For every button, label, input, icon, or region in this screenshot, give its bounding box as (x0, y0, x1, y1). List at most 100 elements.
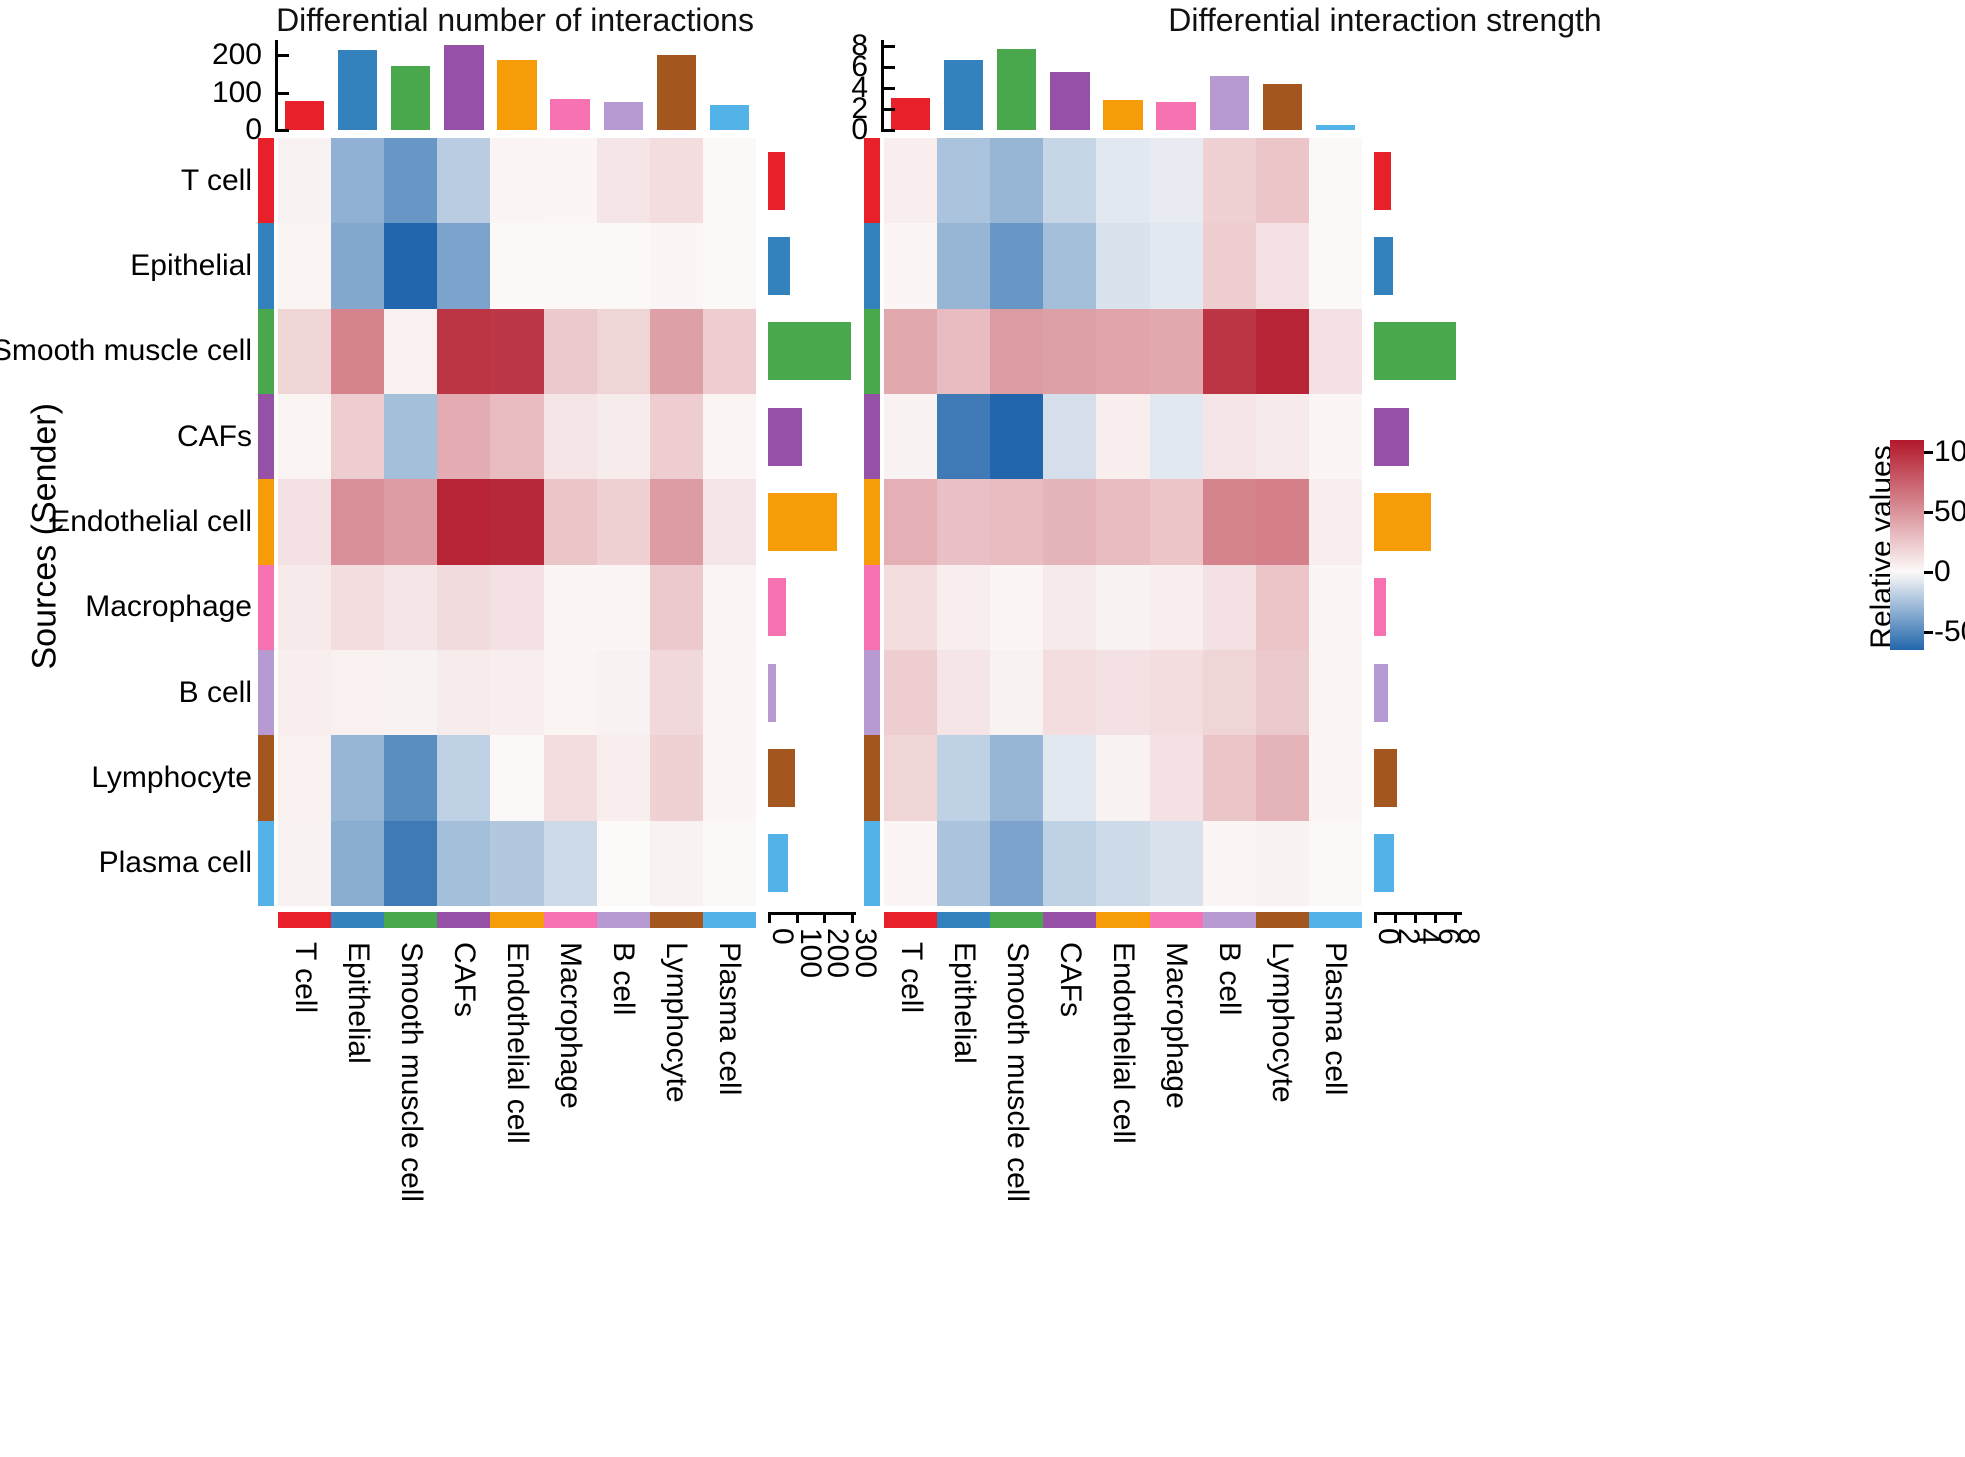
top-bar-slot (990, 40, 1043, 130)
top-bar (997, 49, 1037, 130)
col-label: T cell (288, 942, 322, 1014)
top-bar (1209, 75, 1249, 130)
col-label-wrap: Macrophage (1150, 936, 1203, 1216)
right-bar-slot (1374, 735, 1460, 820)
heatmap-cell (596, 138, 650, 224)
col-label: Endothelial cell (500, 942, 534, 1144)
right-bar (1374, 578, 1386, 637)
col-color-3 (437, 912, 491, 928)
row-label: Plasma cell (98, 846, 252, 880)
col-label: CAFs (1053, 942, 1087, 1017)
heatmap-cell (596, 564, 650, 650)
top-bar-slot (437, 40, 490, 130)
heatmap-cell (278, 394, 332, 480)
legend-tick-label: 0 (1934, 555, 1951, 588)
col-label-wrap: T cell (278, 936, 331, 1216)
panel-2-title: Differential interaction strength (1168, 2, 1602, 38)
heatmap-cell (1043, 650, 1097, 736)
heatmap-cell (1255, 564, 1309, 650)
row-color-3 (864, 393, 880, 480)
right-barplot-axis-2: 02468 (1372, 912, 1485, 1152)
top-bar (656, 55, 696, 130)
heatmap-cell (1308, 564, 1362, 650)
heatmap-cell (884, 394, 938, 480)
right-bar (1374, 322, 1456, 381)
heatmap-cell (1255, 650, 1309, 736)
heatmap-cell (1308, 394, 1362, 480)
top-bar-slot (1150, 40, 1203, 130)
right-bar-slot (768, 309, 854, 394)
heatmap-cell (649, 308, 703, 394)
heatmap-cell (884, 564, 938, 650)
heatmap-cell (1202, 650, 1256, 736)
heatmap-cell (331, 223, 385, 309)
heatmap-cell (702, 479, 756, 565)
col-color-5 (543, 912, 597, 928)
legend-tick-label: 50 (1934, 495, 1965, 528)
heatmap-cell (1202, 735, 1256, 821)
heatmap-cell (384, 564, 438, 650)
colorbar-legend: Relative values 100500-50 (1830, 430, 1965, 660)
axis-tick (884, 108, 895, 112)
col-label-wrap: Lymphocyte (650, 936, 703, 1216)
heatmap-cell (1149, 820, 1203, 906)
top-bar-slot (544, 40, 597, 130)
heatmap-cell (278, 650, 332, 736)
top-bar (284, 100, 325, 130)
col-label: Smooth muscle cell (394, 942, 428, 1203)
heatmap-cell (278, 735, 332, 821)
heatmap-cell (1043, 394, 1097, 480)
heatmap-cell (596, 735, 650, 821)
heatmap-cell (990, 223, 1044, 309)
heatmap-cell (1043, 820, 1097, 906)
row-color-5 (864, 564, 880, 650)
legend-color-gradient (1890, 440, 1924, 650)
heatmap-cell (490, 394, 544, 480)
top-bar (944, 59, 984, 130)
top-bar (497, 60, 537, 130)
heatmap-cell (331, 308, 385, 394)
heatmap-cell (1308, 820, 1362, 906)
heatmap-cell (543, 308, 597, 394)
axis-tick (884, 66, 895, 70)
col-label-wrap: Smooth muscle cell (384, 936, 437, 1216)
heatmap-cell (331, 650, 385, 736)
heatmap-cell (937, 308, 991, 394)
col-color-1 (331, 912, 385, 928)
right-bar (1374, 748, 1397, 807)
heatmap-cell (1202, 308, 1256, 394)
col-label: Plasma cell (1319, 942, 1353, 1096)
row-label: Epithelial (130, 248, 252, 282)
heatmap-cell (649, 223, 703, 309)
heatmap-cell (990, 479, 1044, 565)
heatmap-cell (884, 650, 938, 736)
col-label-wrap: Endothelial cell (490, 936, 543, 1216)
col-color-7 (649, 912, 703, 928)
figure-canvas: Sources (Sender) Differential number of … (0, 0, 1965, 1457)
col-color-strip-2 (884, 912, 1362, 928)
heatmap-cell (990, 564, 1044, 650)
axis-tick (884, 45, 895, 49)
col-label: Lymphocyte (1266, 942, 1300, 1103)
heatmap-cell (278, 479, 332, 565)
heatmap-cell (384, 650, 438, 736)
heatmap-2 (884, 138, 1362, 906)
heatmap-cell (490, 650, 544, 736)
heatmap-cell (1255, 223, 1309, 309)
heatmap-cell (437, 650, 491, 736)
heatmap-cell (543, 223, 597, 309)
right-bar-slot (1374, 309, 1460, 394)
heatmap-cell (937, 479, 991, 565)
col-color-0 (884, 912, 938, 928)
row-label: Lymphocyte (91, 760, 252, 794)
axis-tick (278, 54, 289, 57)
row-label: B cell (178, 675, 252, 709)
col-label-wrap: Endothelial cell (1096, 936, 1149, 1216)
col-label: Smooth muscle cell (1000, 942, 1034, 1203)
col-labels-2: T cell Epithelial Smooth muscle cell CAFs En… (884, 936, 1362, 1216)
heatmap-cell (702, 223, 756, 309)
heatmap-cell (884, 735, 938, 821)
heatmap-cell (1043, 223, 1097, 309)
heatmap-cell (1096, 308, 1150, 394)
heatmap-cell (649, 479, 703, 565)
